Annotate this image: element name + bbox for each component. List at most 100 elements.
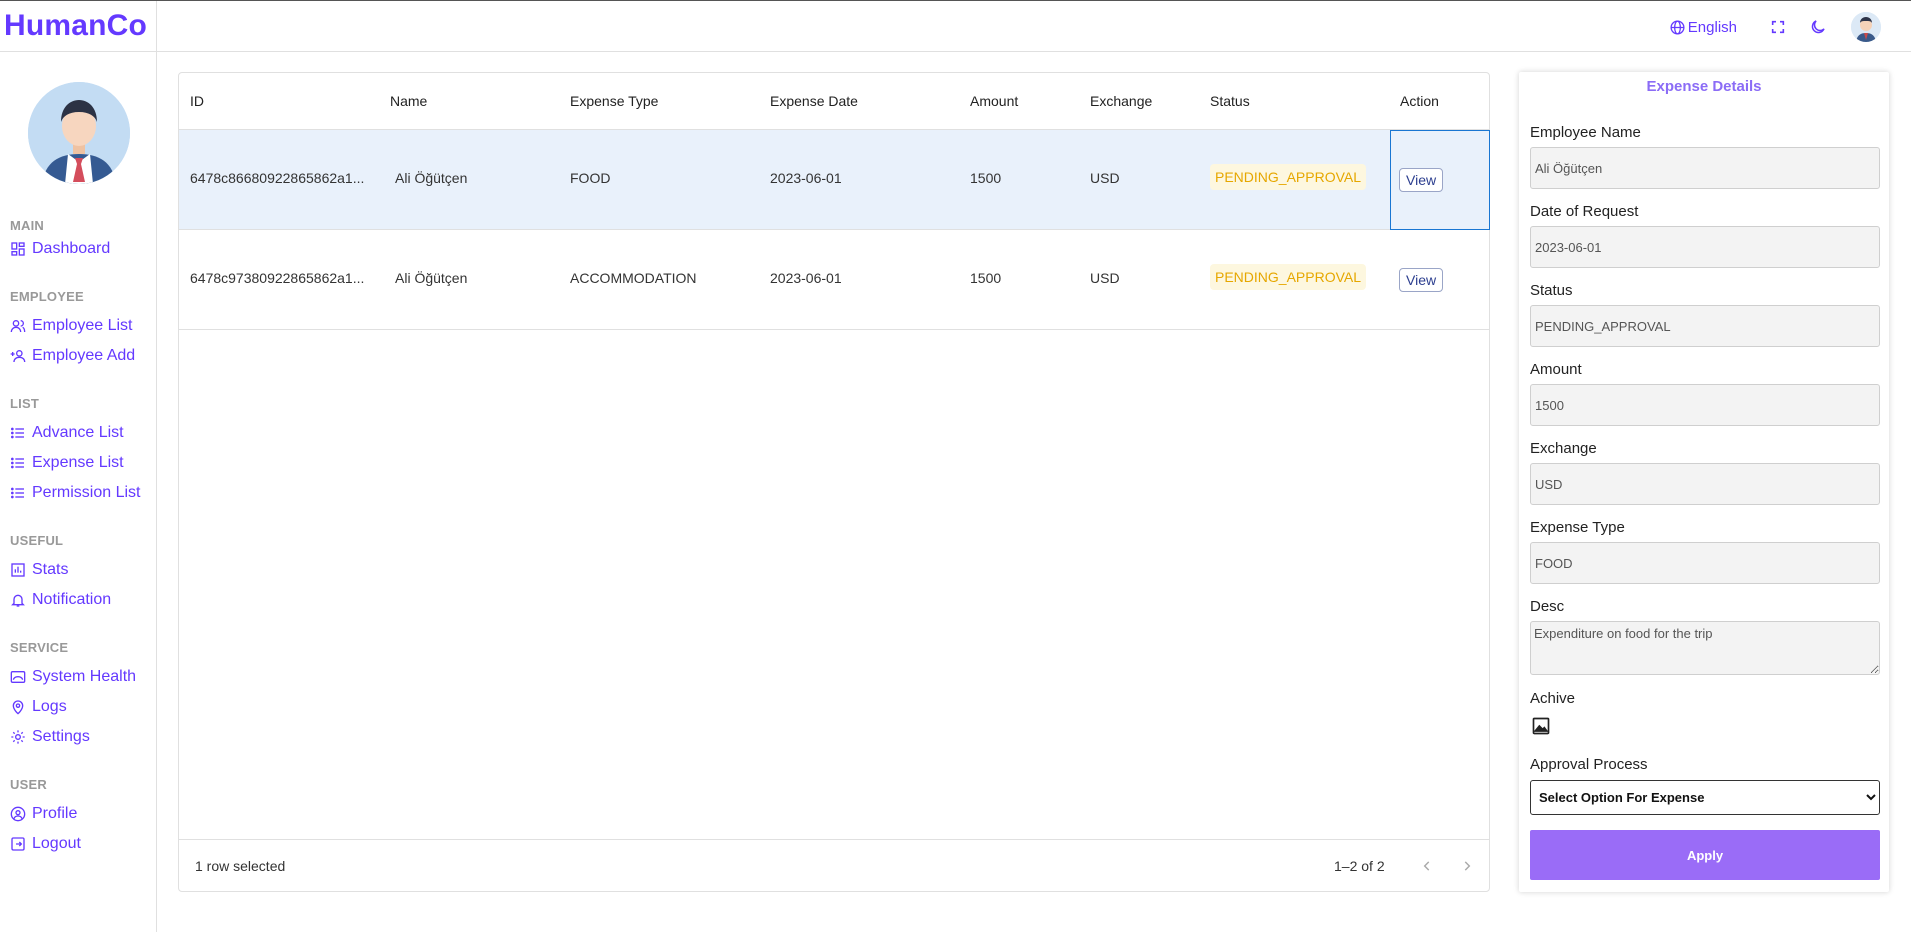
panel-title: Expense Details	[1646, 78, 1762, 95]
gear-icon	[11, 730, 25, 744]
column-header-expense-type[interactable]: Expense Type	[570, 93, 658, 109]
cell-id: 6478c97380922865862a1...	[190, 270, 365, 286]
sidebar-avatar	[28, 82, 130, 184]
table-header: ID Name Expense Type Expense Date Amount…	[179, 73, 1489, 130]
sidebar-item-label: Permission List	[32, 484, 141, 501]
sidebar-item-label: System Health	[32, 668, 137, 685]
selected-row-count: 1 row selected	[195, 858, 286, 874]
exchange-field[interactable]	[1530, 463, 1880, 505]
column-header-amount[interactable]: Amount	[970, 93, 1018, 109]
archive-image-button[interactable]	[1530, 715, 1552, 737]
chevron-right-icon	[1464, 861, 1471, 871]
cell-expense-type: FOOD	[570, 170, 611, 186]
expense-type-field[interactable]	[1530, 542, 1880, 584]
image-icon	[1532, 717, 1550, 735]
cell-exchange: USD	[1090, 170, 1120, 186]
person-add-icon	[10, 350, 26, 363]
sidebar-item-employee-add[interactable]: Employee Add	[10, 347, 135, 365]
previous-page-button[interactable]	[1415, 854, 1439, 878]
globe-icon	[1670, 19, 1685, 35]
amount-field[interactable]	[1530, 384, 1880, 426]
sidebar-item-settings[interactable]: Settings	[10, 728, 90, 746]
employee-name-field[interactable]	[1530, 147, 1880, 189]
expense-details-panel: Expense Details Employee Name Date of Re…	[1519, 72, 1889, 892]
column-header-name[interactable]: Name	[390, 93, 427, 109]
cell-amount: 1500	[970, 270, 1002, 286]
profile-avatar-image	[28, 82, 130, 184]
language-label: English	[1687, 18, 1737, 36]
approval-process-select[interactable]: Select Option For Expense	[1530, 780, 1880, 815]
sidebar-item-label: Notification	[32, 591, 112, 608]
table-footer: 1 row selected 1–2 of 2	[179, 839, 1489, 891]
view-button[interactable]: View	[1399, 268, 1444, 292]
chart-icon	[11, 563, 25, 577]
sidebar-item-permission-list[interactable]: Permission List	[10, 484, 140, 502]
column-header-action: Action	[1400, 93, 1439, 109]
sidebar-item-logout[interactable]: Logout	[10, 835, 81, 853]
sidebar-item-logs[interactable]: Logs	[10, 698, 67, 716]
profile-icon	[10, 806, 26, 822]
section-title-useful: USEFUL	[10, 533, 64, 548]
sidebar-item-label: Stats	[32, 561, 69, 578]
status-field[interactable]	[1530, 305, 1880, 347]
app-logo[interactable]: HumanCo	[4, 9, 147, 43]
list-icon	[10, 457, 24, 469]
fullscreen-icon	[1771, 20, 1785, 34]
sidebar-item-profile[interactable]: Profile	[10, 805, 77, 823]
section-title-service: SERVICE	[10, 640, 69, 655]
table-row[interactable]: 6478c86680922865862a1... Ali Öğütçen FOO…	[179, 130, 1490, 230]
date-of-request-field[interactable]	[1530, 226, 1880, 268]
cell-exchange: USD	[1090, 270, 1120, 286]
list-icon	[10, 487, 24, 499]
column-header-exchange[interactable]: Exchange	[1090, 93, 1152, 109]
table-row[interactable]: 6478c97380922865862a1... Ali Öğütçen ACC…	[179, 230, 1489, 330]
employee-name-label: Employee Name	[1530, 124, 1641, 141]
apply-button[interactable]: Apply	[1530, 830, 1880, 880]
sidebar-item-expense-list[interactable]: Expense List	[10, 454, 124, 472]
desc-field[interactable]: Expenditure on food for the trip	[1530, 621, 1880, 675]
cell-name: Ali Öğütçen	[395, 270, 468, 286]
pagination-info: 1–2 of 2	[1334, 858, 1385, 874]
sidebar-item-employee-list[interactable]: Employee List	[10, 317, 133, 335]
health-icon	[10, 671, 26, 683]
sidebar-item-advance-list[interactable]: Advance List	[10, 424, 124, 442]
section-title-list: LIST	[10, 396, 39, 411]
column-header-status[interactable]: Status	[1210, 93, 1250, 109]
amount-label: Amount	[1530, 361, 1582, 378]
section-title-main: MAIN	[10, 218, 45, 233]
sidebar-item-label: Logs	[32, 698, 67, 715]
archive-label: Achive	[1530, 690, 1576, 707]
column-header-expense-date[interactable]: Expense Date	[770, 93, 858, 109]
section-title-user: USER	[10, 777, 47, 792]
exchange-label: Exchange	[1530, 440, 1597, 457]
desc-label: Desc	[1530, 598, 1565, 615]
cell-action: View	[1390, 230, 1490, 330]
top-bar: HumanCo English	[0, 0, 1911, 52]
language-selector[interactable]: English	[1669, 19, 1737, 36]
date-of-request-label: Date of Request	[1530, 203, 1639, 220]
top-bar-actions: English	[1669, 11, 1881, 43]
status-badge: PENDING_APPROVAL	[1210, 264, 1367, 290]
expense-type-label: Expense Type	[1530, 519, 1625, 536]
cell-action: View	[1390, 130, 1490, 230]
cell-amount: 1500	[970, 170, 1002, 186]
sidebar-item-notification[interactable]: Notification	[10, 591, 111, 609]
user-avatar[interactable]	[1851, 12, 1881, 42]
sidebar-item-label: Logout	[32, 835, 81, 852]
logo-area: HumanCo	[0, 1, 157, 52]
avatar-icon	[1851, 12, 1881, 42]
sidebar-item-system-health[interactable]: System Health	[10, 668, 136, 686]
people-icon	[10, 320, 26, 333]
fullscreen-button[interactable]	[1765, 14, 1791, 40]
next-page-button[interactable]	[1455, 854, 1479, 878]
column-header-id[interactable]: ID	[190, 93, 204, 109]
status-label: Status	[1530, 282, 1573, 299]
sidebar-item-dashboard[interactable]: Dashboard	[10, 240, 110, 258]
sidebar: MAIN Dashboard EMPLOYEE Employee List Em…	[0, 52, 157, 932]
sidebar-item-stats[interactable]: Stats	[10, 561, 68, 579]
dark-mode-icon	[1811, 20, 1825, 34]
view-button[interactable]: View	[1399, 168, 1444, 192]
dark-mode-button[interactable]	[1805, 14, 1831, 40]
expense-table: ID Name Expense Type Expense Date Amount…	[178, 72, 1490, 892]
sidebar-item-label: Advance List	[32, 424, 124, 441]
